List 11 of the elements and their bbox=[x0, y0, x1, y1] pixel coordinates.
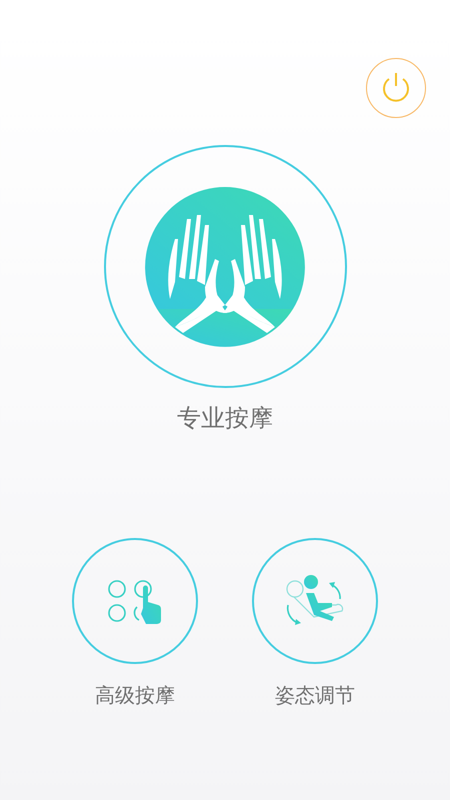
mode-button[interactable] bbox=[72, 538, 198, 664]
mode-button[interactable] bbox=[252, 538, 378, 664]
mode-label: 专业按摩 bbox=[177, 403, 273, 434]
hands-icon bbox=[145, 186, 305, 346]
power-button[interactable] bbox=[366, 58, 426, 118]
tap-grid-icon bbox=[107, 578, 163, 624]
power-icon bbox=[381, 72, 411, 104]
posture-icon bbox=[284, 575, 346, 627]
mode-label: 高级按摩 bbox=[95, 682, 175, 709]
massage-mode-button[interactable] bbox=[104, 145, 346, 388]
mode-label: 姿态调节 bbox=[275, 682, 355, 709]
